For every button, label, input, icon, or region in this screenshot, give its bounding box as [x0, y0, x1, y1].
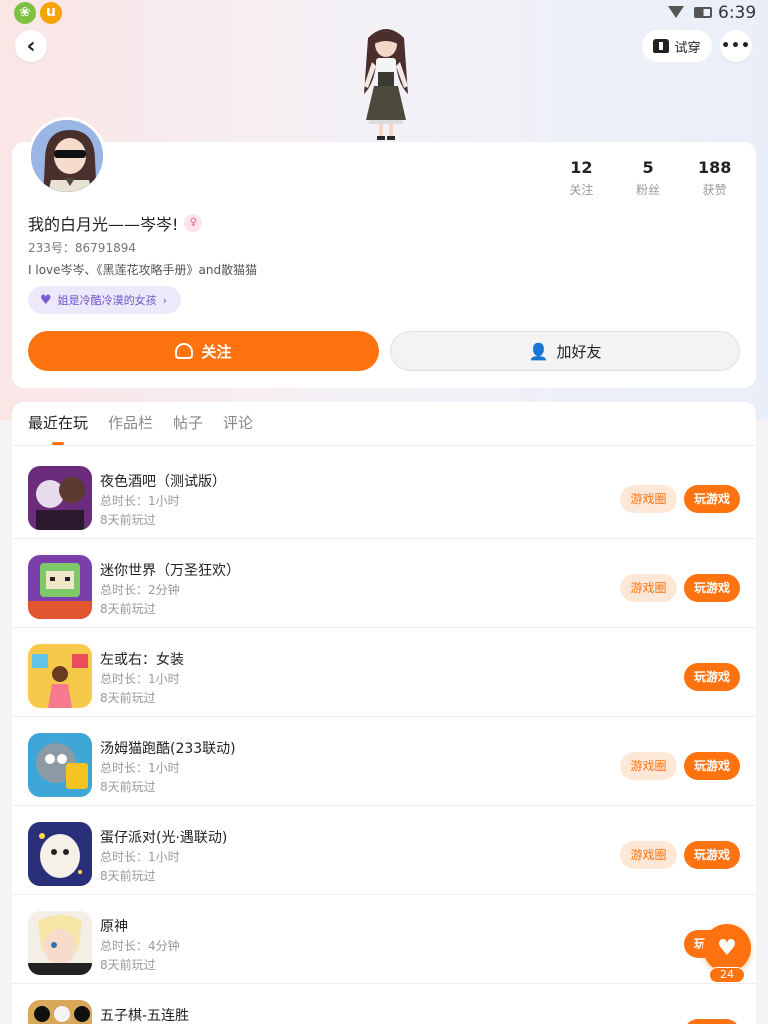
game-row[interactable]: 原神 总时长：4分钟 8天前玩过 玩游戏 [12, 895, 756, 984]
more-button[interactable]: ••• [720, 30, 752, 62]
play-game-button[interactable]: 玩游戏 [684, 485, 740, 513]
game-duration: 总时长：2分钟 [100, 583, 180, 597]
person-add-icon: 👤 [528, 341, 549, 361]
back-button[interactable]: ‹ [15, 30, 47, 62]
heart-plus-icon [175, 343, 194, 359]
game-icon [28, 466, 92, 530]
shirt-icon [653, 39, 670, 53]
game-row[interactable]: 迷你世界（万圣狂欢） 总时长：2分钟 8天前玩过 游戏圈 玩游戏 [12, 539, 756, 628]
status-bar: ❀ u 6:39 [0, 0, 768, 26]
stat-following[interactable]: 12 关注 [548, 158, 615, 198]
game-icon [28, 822, 92, 886]
more-icon: ••• [721, 38, 751, 54]
game-name: 汤姆猫跑酷(233联动) [100, 741, 236, 757]
try-on-label: 试穿 [674, 40, 701, 56]
game-name: 五子棋-五连胜 [100, 1008, 190, 1024]
game-icon [28, 911, 92, 975]
game-duration: 总时长：1小时 [100, 850, 180, 864]
game-last-played: 8天前玩过 [100, 780, 156, 794]
game-icon [28, 1000, 92, 1024]
tab-works[interactable]: 作品栏 [108, 412, 153, 433]
wifi-icon [668, 6, 684, 18]
heart-icon: ♥ [717, 935, 737, 961]
game-last-played: 8天前玩过 [100, 869, 156, 883]
play-game-button[interactable]: 玩游戏 [684, 752, 740, 780]
game-row[interactable]: 夜色酒吧（测试版） 总时长：1小时 8天前玩过 游戏圈 玩游戏 [12, 450, 756, 539]
game-circle-button[interactable]: 游戏圈 [620, 841, 677, 869]
user-id: 233号：86791894 [28, 241, 136, 255]
add-friend-label: 加好友 [556, 342, 602, 361]
game-icon [28, 644, 92, 708]
profile-bio: I love岑岑、《黑莲花攻略手册》and散猫猫 [28, 263, 258, 277]
play-game-button[interactable]: 玩游戏 [684, 1019, 740, 1024]
game-circle-button[interactable]: 游戏圈 [620, 752, 677, 780]
game-row[interactable]: 左或右：女装 总时长：1小时 8天前玩过 玩游戏 [12, 628, 756, 717]
avatar[interactable] [28, 117, 106, 195]
game-row[interactable]: 五子棋-五连胜 玩游戏 [12, 984, 756, 1024]
stat-fans[interactable]: 5 粉丝 [615, 158, 682, 198]
play-game-button[interactable]: 玩游戏 [684, 841, 740, 869]
game-name: 左或右：女装 [100, 652, 184, 668]
game-circle-button[interactable]: 游戏圈 [620, 485, 677, 513]
game-last-played: 8天前玩过 [100, 513, 156, 527]
battery-icon [694, 7, 712, 18]
tab-recent-played[interactable]: 最近在玩 [28, 412, 88, 433]
follow-button[interactable]: 关注 [28, 331, 379, 371]
tab-posts[interactable]: 帖子 [173, 412, 203, 433]
game-duration: 总时长：1小时 [100, 494, 180, 508]
game-icon [28, 555, 92, 619]
stat-likes[interactable]: 188 获赞 [681, 158, 748, 198]
heart-icon: ♥ [40, 292, 52, 308]
chevron-left-icon: ‹ [26, 33, 36, 59]
like-count-badge: 24 [709, 967, 745, 983]
game-name: 原神 [100, 919, 128, 935]
game-circle-button[interactable]: 游戏圈 [620, 574, 677, 602]
game-duration: 总时长：1小时 [100, 761, 180, 775]
play-game-button[interactable]: 玩游戏 [684, 663, 740, 691]
game-name: 蛋仔派对(光·遇联动) [100, 830, 228, 846]
game-name: 迷你世界（万圣狂欢） [100, 563, 240, 579]
nickname-text: 我的白月光——岑岑! [28, 215, 179, 234]
chevron-right-icon: › [162, 293, 168, 307]
game-duration: 总时长：1小时 [100, 672, 180, 686]
game-last-played: 8天前玩过 [100, 691, 156, 705]
game-last-played: 8天前玩过 [100, 958, 156, 972]
game-last-played: 8天前玩过 [100, 602, 156, 616]
profile-nickname: 我的白月光——岑岑! ♀ [28, 211, 203, 235]
u-app-icon: u [40, 2, 62, 24]
character-avatar-figure [364, 29, 408, 140]
game-row[interactable]: 汤姆猫跑酷(233联动) 总时长：1小时 8天前玩过 游戏圈 玩游戏 [12, 717, 756, 806]
tab-comments[interactable]: 评论 [223, 412, 253, 433]
like-fab-button[interactable]: ♥ [703, 924, 751, 972]
gender-badge-icon: ♀ [184, 214, 203, 232]
divider [12, 445, 756, 446]
game-row[interactable]: 蛋仔派对(光·遇联动) 总时长：1小时 8天前玩过 游戏圈 玩游戏 [12, 806, 756, 895]
game-icon [28, 733, 92, 797]
leaf-app-icon: ❀ [14, 2, 36, 24]
status-time: 6:39 [718, 3, 757, 23]
add-friend-button[interactable]: 👤 加好友 [390, 331, 740, 371]
game-name: 夜色酒吧（测试版） [100, 474, 226, 490]
content-tabs: 最近在玩 作品栏 帖子 评论 [28, 412, 253, 433]
tag-label: 姐是冷酷冷漠的女孩 [57, 294, 157, 307]
play-game-button[interactable]: 玩游戏 [684, 574, 740, 602]
profile-tag[interactable]: ♥ 姐是冷酷冷漠的女孩 › [28, 286, 182, 314]
try-on-button[interactable]: 试穿 [642, 30, 712, 62]
stats-row: 12 关注 5 粉丝 188 获赞 [548, 158, 748, 198]
follow-label: 关注 [201, 342, 232, 361]
game-duration: 总时长：4分钟 [100, 939, 180, 953]
